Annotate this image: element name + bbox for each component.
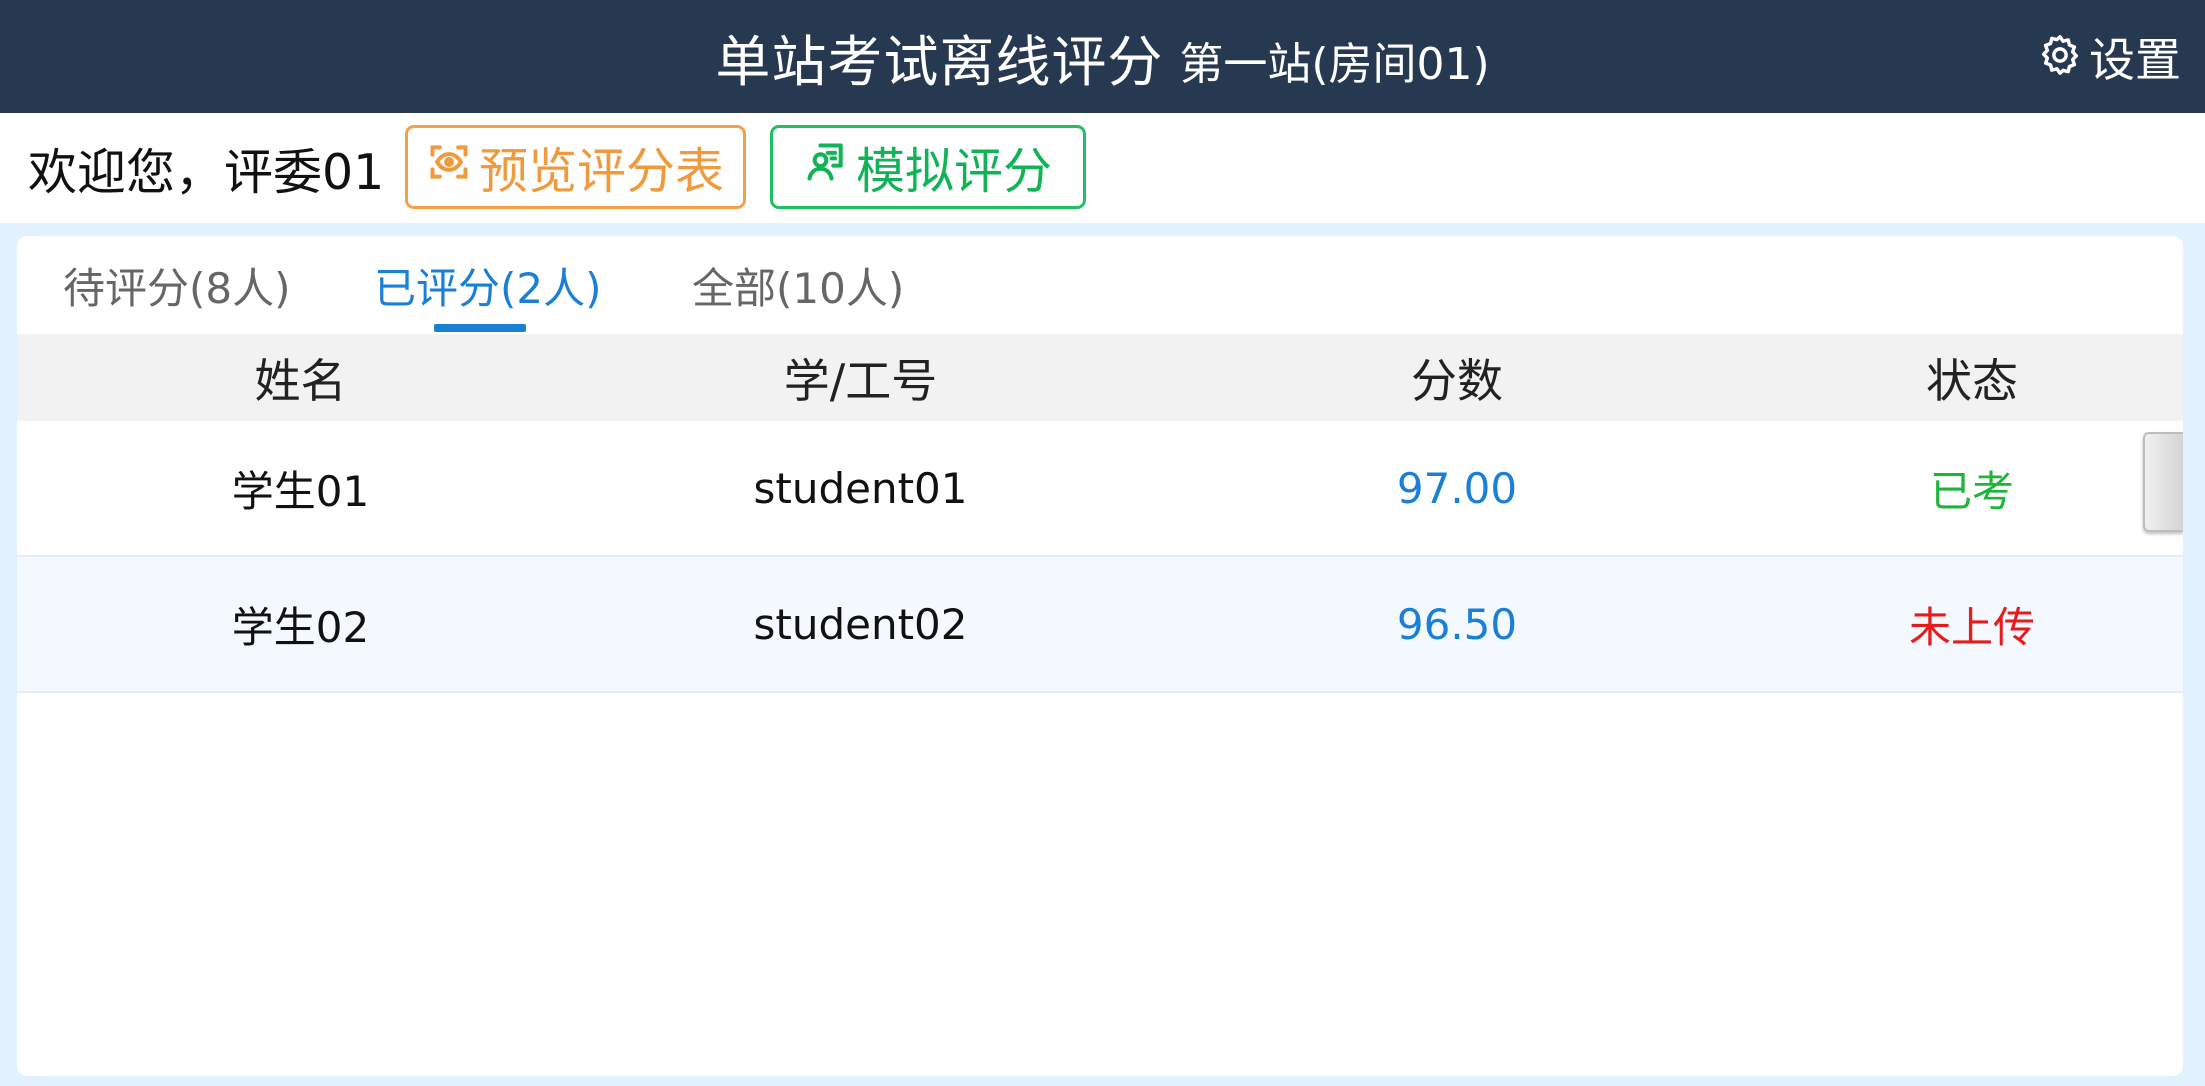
page-title: 单站考试离线评分 [715,29,1164,94]
column-header-score[interactable]: 分数 [1137,334,1777,421]
column-header-status[interactable]: 状态 [1777,334,2167,421]
settings-button[interactable]: 设置 [2037,0,2181,113]
simulate-scoring-button[interactable]: 模拟评分 [770,125,1086,209]
student-status: 未上传 [1908,602,2035,652]
tab-bar: 待评分(8人) 已评分(2人) 全部(10人) [17,236,2183,334]
station-label: 第一站(房间01) [1179,38,1490,90]
column-header-name[interactable]: 姓名 [17,334,584,421]
column-header-id[interactable]: 学/工号 [584,334,1137,421]
settings-label: 设置 [2089,32,2181,87]
table-row[interactable]: 学生02 student02 96.50 未上传 [17,557,2183,693]
student-name: 学生01 [231,466,370,516]
user-edit-icon [804,139,856,196]
eye-scan-icon [427,139,479,196]
preview-score-sheet-button[interactable]: 预览评分表 [405,125,746,209]
tab-pending[interactable]: 待评分(8人) [63,236,291,334]
student-score: 96.50 [1396,599,1518,649]
table-header: 姓名 学/工号 分数 状态 [17,334,2183,421]
simulate-scoring-label: 模拟评分 [855,142,1052,200]
active-tab-indicator [434,324,526,332]
tab-all[interactable]: 全部(10人) [692,236,904,334]
header-title-group: 单站考试离线评分 第一站(房间01) [0,0,2205,113]
app-header: 单站考试离线评分 第一站(房间01) 设置 [0,0,2205,113]
gear-icon [2037,32,2089,82]
table-row[interactable]: 学生01 student01 97.00 已考 [17,421,2183,557]
student-name: 学生02 [231,602,370,652]
preview-score-sheet-label: 预览评分表 [478,142,724,200]
toolbar: 欢迎您，评委01 预览评分表 模拟评分 [0,113,2205,223]
student-list-card: 待评分(8人) 已评分(2人) 全部(10人) 姓名 学/工号 分数 状态 学生… [17,236,2183,1076]
student-id: student02 [753,599,968,649]
student-score: 97.00 [1396,463,1518,513]
welcome-text: 欢迎您，评委01 [28,143,385,201]
scrollbar-thumb[interactable] [2143,432,2183,532]
student-status: 已考 [1929,466,2014,516]
tab-scored[interactable]: 已评分(2人) [374,236,602,334]
student-id: student01 [753,463,968,513]
